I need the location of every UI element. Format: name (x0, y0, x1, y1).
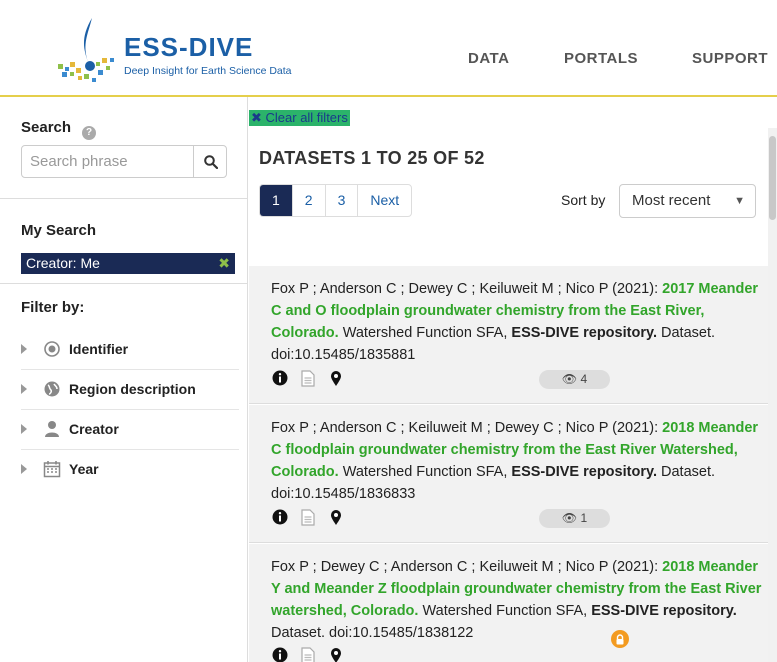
result-item: Fox P ; Anderson C ; Keiluweit M ; Dewey… (249, 405, 768, 543)
result-citation: Fox P ; Anderson C ; Dewey C ; Keiluweit… (271, 278, 768, 366)
expand-arrow-icon (21, 384, 27, 394)
filter-label: Identifier (69, 341, 129, 357)
scroll-thumb[interactable] (769, 136, 776, 220)
logo-graphic-icon (58, 18, 114, 82)
results-scrollbar[interactable] (768, 128, 777, 662)
filter-label: Region description (69, 381, 196, 397)
view-count-badge: 👁 1 (539, 509, 610, 528)
pagination: 1 2 3 Next (259, 184, 413, 217)
result-actions (271, 646, 355, 662)
result-authors: Fox P ; Anderson C ; Keiluweit M ; Dewey… (271, 420, 663, 436)
result-authors: Fox P ; Anderson C ; Dewey C ; Keiluweit… (271, 281, 663, 297)
logo-subtitle: Deep Insight for Earth Science Data (124, 65, 292, 77)
search-heading: Search (21, 119, 72, 136)
calendar-icon (43, 460, 61, 478)
active-filter-chip[interactable]: Creator: Me ✖ (21, 253, 235, 274)
view-count: 4 (580, 372, 588, 386)
result-project: Watershed Function SFA, (338, 464, 512, 480)
result-citation: Fox P ; Dewey C ; Anderson C ; Keiluweit… (271, 556, 768, 644)
logo-title: ESS-DIVE (124, 32, 254, 62)
document-icon[interactable] (299, 369, 317, 387)
remove-filter-icon[interactable]: ✖ (218, 253, 230, 274)
info-icon[interactable] (271, 646, 289, 662)
result-actions (271, 508, 355, 526)
search-box (21, 145, 227, 178)
filter-label: Year (69, 461, 99, 477)
eye-icon: 👁 (561, 511, 578, 525)
view-count: 1 (580, 511, 588, 525)
filter-label: Creator (69, 421, 119, 437)
map-pin-icon[interactable] (327, 508, 345, 526)
results-count-title: DATASETS 1 TO 25 OF 52 (259, 148, 485, 168)
sidebar-divider (0, 283, 248, 284)
result-item: Fox P ; Anderson C ; Dewey C ; Keiluweit… (249, 266, 768, 404)
result-repository: ESS-DIVE repository. (591, 603, 737, 619)
result-doi: Dataset. doi:10.15485/1838122 (271, 625, 474, 641)
ess-dive-logo[interactable]: ESS-DIVE Deep Insight for Earth Science … (48, 14, 308, 86)
info-icon[interactable] (271, 369, 289, 387)
filter-identifier[interactable]: Identifier (21, 330, 239, 370)
search-input[interactable] (22, 146, 194, 177)
globe-icon (43, 380, 61, 398)
document-icon[interactable] (299, 646, 317, 662)
document-icon[interactable] (299, 508, 317, 526)
target-icon (43, 340, 61, 358)
nav-support[interactable]: SUPPORT (692, 50, 768, 67)
expand-arrow-icon (21, 464, 27, 474)
result-repository: ESS-DIVE repository. (511, 464, 657, 480)
info-icon[interactable] (271, 508, 289, 526)
user-icon (43, 420, 61, 438)
expand-arrow-icon (21, 344, 27, 354)
sort-select[interactable]: Most recent ▼ (619, 184, 756, 218)
sidebar-divider (0, 198, 248, 199)
expand-arrow-icon (21, 424, 27, 434)
search-button[interactable] (194, 146, 227, 177)
page-3-button[interactable]: 3 (326, 185, 359, 216)
result-authors: Fox P ; Dewey C ; Anderson C ; Keiluweit… (271, 559, 663, 575)
result-actions (271, 369, 355, 387)
map-pin-icon[interactable] (327, 646, 345, 662)
page-1-button[interactable]: 1 (260, 185, 293, 216)
next-page-button[interactable]: Next (358, 185, 411, 216)
filter-year[interactable]: Year (21, 450, 239, 490)
site-header: ESS-DIVE Deep Insight for Earth Science … (0, 0, 777, 97)
my-search-heading: My Search (21, 222, 97, 239)
filter-region-description[interactable]: Region description (21, 370, 239, 410)
search-icon (203, 154, 218, 169)
filter-creator[interactable]: Creator (21, 410, 239, 450)
filter-by-heading: Filter by: (21, 299, 85, 316)
sort-value: Most recent (632, 192, 711, 209)
chevron-down-icon: ▼ (734, 195, 745, 207)
clear-x-icon: ✖ (251, 110, 266, 125)
result-project: Watershed Function SFA, (338, 325, 512, 341)
lock-icon[interactable] (611, 630, 629, 648)
clear-filters-label: Clear all filters (265, 110, 348, 125)
map-pin-icon[interactable] (327, 369, 345, 387)
eye-icon: 👁 (561, 372, 578, 386)
help-icon[interactable]: ? (82, 126, 96, 140)
result-item: Fox P ; Dewey C ; Anderson C ; Keiluweit… (249, 544, 768, 662)
nav-portals[interactable]: PORTALS (564, 50, 638, 67)
sort-label: Sort by (561, 192, 606, 208)
nav-data[interactable]: DATA (468, 50, 509, 67)
result-project: Watershed Function SFA, (418, 603, 592, 619)
page-2-button[interactable]: 2 (293, 185, 326, 216)
result-repository: ESS-DIVE repository. (511, 325, 657, 341)
clear-all-filters-link[interactable]: ✖ Clear all filters (249, 110, 350, 126)
result-citation: Fox P ; Anderson C ; Keiluweit M ; Dewey… (271, 417, 768, 505)
view-count-badge: 👁 4 (539, 370, 610, 389)
active-filter-label: Creator: Me (26, 255, 100, 271)
